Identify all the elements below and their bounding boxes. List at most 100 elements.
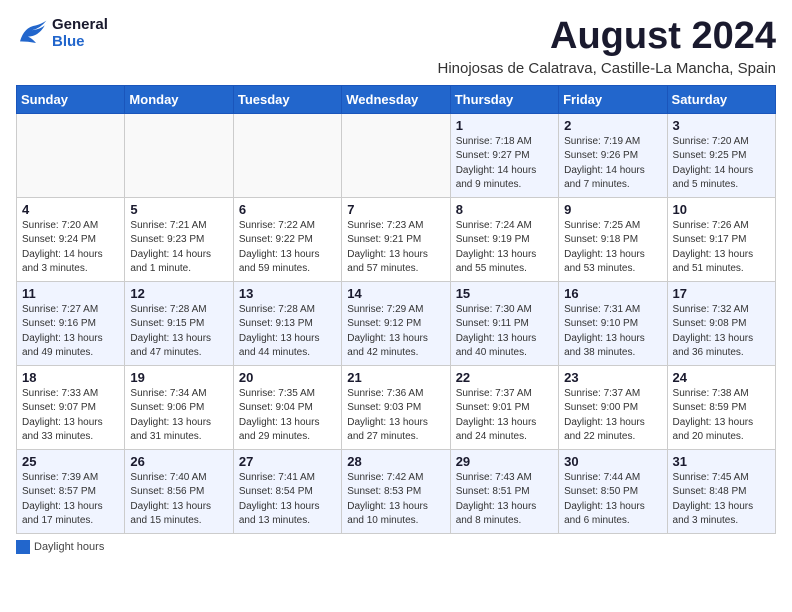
day-info: Sunrise: 7:27 AM Sunset: 9:16 PM Dayligh… [22, 303, 119, 361]
calendar-cell: 8 Sunrise: 7:24 AM Sunset: 9:19 PM Daylig… [450, 197, 558, 281]
calendar-cell: 26 Sunrise: 7:40 AM Sunset: 8:56 PM Dayli… [125, 449, 233, 533]
day-info: Sunrise: 7:26 AM Sunset: 9:17 PM Dayligh… [673, 219, 770, 277]
day-info: Sunrise: 7:28 AM Sunset: 9:13 PM Dayligh… [239, 303, 336, 361]
day-number: 11 [22, 286, 119, 301]
subtitle: Hinojosas de Calatrava, Castille-La Manc… [437, 60, 776, 77]
day-number: 30 [564, 454, 661, 469]
calendar-cell [342, 113, 450, 197]
day-number: 1 [456, 118, 553, 133]
day-info: Sunrise: 7:31 AM Sunset: 9:10 PM Dayligh… [564, 303, 661, 361]
calendar-cell: 23 Sunrise: 7:37 AM Sunset: 9:00 PM Dayli… [559, 365, 667, 449]
day-number: 22 [456, 370, 553, 385]
calendar-week-row: 4Sunrise: 7:20 AM Sunset: 9:24 PM Daylig… [17, 197, 776, 281]
day-number: 26 [130, 454, 227, 469]
day-info: Sunrise: 7:36 AM Sunset: 9:03 PM Dayligh… [347, 387, 444, 445]
day-number: 12 [130, 286, 227, 301]
day-info: Sunrise: 7:21 AM Sunset: 9:23 PM Dayligh… [130, 219, 227, 277]
calendar-cell: 1 Sunrise: 7:18 AM Sunset: 9:27 PM Daylig… [450, 113, 558, 197]
calendar-cell: 30Sunrise: 7:44 AM Sunset: 8:50 PM Dayli… [559, 449, 667, 533]
day-number: 15 [456, 286, 553, 301]
calendar-cell: 25 Sunrise: 7:39 AM Sunset: 8:57 PM Dayli… [17, 449, 125, 533]
legend-box: Daylight hours [16, 540, 104, 554]
day-of-week-header: Saturday [667, 85, 775, 113]
calendar-week-row: 25 Sunrise: 7:39 AM Sunset: 8:57 PM Dayli… [17, 449, 776, 533]
calendar-cell: 7 Sunrise: 7:23 AM Sunset: 9:21 PM Daylig… [342, 197, 450, 281]
day-info: Sunrise: 7:37 AM Sunset: 9:01 PM Dayligh… [456, 387, 553, 445]
calendar-cell [125, 113, 233, 197]
day-number: 7 [347, 202, 444, 217]
calendar-cell: 11 Sunrise: 7:27 AM Sunset: 9:16 PM Dayli… [17, 281, 125, 365]
calendar-cell: 10 Sunrise: 7:26 AM Sunset: 9:17 PM Dayli… [667, 197, 775, 281]
day-info: Sunrise: 7:20 AM Sunset: 9:25 PM Dayligh… [673, 135, 770, 193]
calendar-week-row: 18Sunrise: 7:33 AM Sunset: 9:07 PM Dayli… [17, 365, 776, 449]
main-title: August 2024 [437, 16, 776, 58]
calendar-cell: 2 Sunrise: 7:19 AM Sunset: 9:26 PM Daylig… [559, 113, 667, 197]
day-info: Sunrise: 7:40 AM Sunset: 8:56 PM Dayligh… [130, 471, 227, 529]
logo-icon [16, 19, 48, 47]
calendar-cell: 20 Sunrise: 7:35 AM Sunset: 9:04 PM Dayli… [233, 365, 341, 449]
day-number: 23 [564, 370, 661, 385]
calendar-cell: 15 Sunrise: 7:30 AM Sunset: 9:11 PM Dayli… [450, 281, 558, 365]
day-info: Sunrise: 7:32 AM Sunset: 9:08 PM Dayligh… [673, 303, 770, 361]
day-number: 14 [347, 286, 444, 301]
day-info: Sunrise: 7:38 AM Sunset: 8:59 PM Dayligh… [673, 387, 770, 445]
day-number: 21 [347, 370, 444, 385]
day-info: Sunrise: 7:23 AM Sunset: 9:21 PM Dayligh… [347, 219, 444, 277]
calendar-cell: 24 Sunrise: 7:38 AM Sunset: 8:59 PM Dayli… [667, 365, 775, 449]
day-info: Sunrise: 7:30 AM Sunset: 9:11 PM Dayligh… [456, 303, 553, 361]
day-number: 17 [673, 286, 770, 301]
calendar-cell: 29Sunrise: 7:43 AM Sunset: 8:51 PM Dayli… [450, 449, 558, 533]
calendar-cell: 17 Sunrise: 7:32 AM Sunset: 9:08 PM Dayli… [667, 281, 775, 365]
calendar-cell: 16Sunrise: 7:31 AM Sunset: 9:10 PM Dayli… [559, 281, 667, 365]
calendar-cell: 13 Sunrise: 7:28 AM Sunset: 9:13 PM Dayli… [233, 281, 341, 365]
calendar-cell: 31 Sunrise: 7:45 AM Sunset: 8:48 PM Dayli… [667, 449, 775, 533]
day-number: 10 [673, 202, 770, 217]
day-info: Sunrise: 7:45 AM Sunset: 8:48 PM Dayligh… [673, 471, 770, 529]
day-number: 6 [239, 202, 336, 217]
days-of-week-row: SundayMondayTuesdayWednesdayThursdayFrid… [17, 85, 776, 113]
day-info: Sunrise: 7:37 AM Sunset: 9:00 PM Dayligh… [564, 387, 661, 445]
calendar-cell: 6Sunrise: 7:22 AM Sunset: 9:22 PM Daylig… [233, 197, 341, 281]
day-info: Sunrise: 7:42 AM Sunset: 8:53 PM Dayligh… [347, 471, 444, 529]
calendar-cell: 18Sunrise: 7:33 AM Sunset: 9:07 PM Dayli… [17, 365, 125, 449]
day-number: 20 [239, 370, 336, 385]
calendar-cell: 3 Sunrise: 7:20 AM Sunset: 9:25 PM Daylig… [667, 113, 775, 197]
day-number: 18 [22, 370, 119, 385]
calendar-cell: 12 Sunrise: 7:28 AM Sunset: 9:15 PM Dayli… [125, 281, 233, 365]
day-info: Sunrise: 7:19 AM Sunset: 9:26 PM Dayligh… [564, 135, 661, 193]
day-info: Sunrise: 7:24 AM Sunset: 9:19 PM Dayligh… [456, 219, 553, 277]
day-info: Sunrise: 7:25 AM Sunset: 9:18 PM Dayligh… [564, 219, 661, 277]
calendar-cell: 19 Sunrise: 7:34 AM Sunset: 9:06 PM Dayli… [125, 365, 233, 449]
day-info: Sunrise: 7:28 AM Sunset: 9:15 PM Dayligh… [130, 303, 227, 361]
day-number: 3 [673, 118, 770, 133]
day-number: 4 [22, 202, 119, 217]
day-of-week-header: Sunday [17, 85, 125, 113]
day-number: 8 [456, 202, 553, 217]
day-info: Sunrise: 7:18 AM Sunset: 9:27 PM Dayligh… [456, 135, 553, 193]
logo: General Blue [16, 16, 108, 50]
day-number: 13 [239, 286, 336, 301]
day-number: 2 [564, 118, 661, 133]
page-header: General Blue August 2024 Hinojosas de Ca… [16, 16, 776, 77]
calendar-cell: 22 Sunrise: 7:37 AM Sunset: 9:01 PM Dayli… [450, 365, 558, 449]
day-info: Sunrise: 7:39 AM Sunset: 8:57 PM Dayligh… [22, 471, 119, 529]
day-number: 19 [130, 370, 227, 385]
day-number: 31 [673, 454, 770, 469]
calendar-cell [17, 113, 125, 197]
footer: Daylight hours [16, 540, 776, 554]
day-of-week-header: Friday [559, 85, 667, 113]
day-info: Sunrise: 7:43 AM Sunset: 8:51 PM Dayligh… [456, 471, 553, 529]
day-of-week-header: Wednesday [342, 85, 450, 113]
day-info: Sunrise: 7:29 AM Sunset: 9:12 PM Dayligh… [347, 303, 444, 361]
day-number: 25 [22, 454, 119, 469]
day-info: Sunrise: 7:34 AM Sunset: 9:06 PM Dayligh… [130, 387, 227, 445]
calendar-cell: 28 Sunrise: 7:42 AM Sunset: 8:53 PM Dayli… [342, 449, 450, 533]
calendar-cell: 14 Sunrise: 7:29 AM Sunset: 9:12 PM Dayli… [342, 281, 450, 365]
day-number: 28 [347, 454, 444, 469]
calendar-cell: 21 Sunrise: 7:36 AM Sunset: 9:03 PM Dayli… [342, 365, 450, 449]
calendar-week-row: 1 Sunrise: 7:18 AM Sunset: 9:27 PM Daylig… [17, 113, 776, 197]
title-block: August 2024 Hinojosas de Calatrava, Cast… [437, 16, 776, 77]
day-number: 24 [673, 370, 770, 385]
calendar-table: SundayMondayTuesdayWednesdayThursdayFrid… [16, 85, 776, 534]
day-info: Sunrise: 7:35 AM Sunset: 9:04 PM Dayligh… [239, 387, 336, 445]
